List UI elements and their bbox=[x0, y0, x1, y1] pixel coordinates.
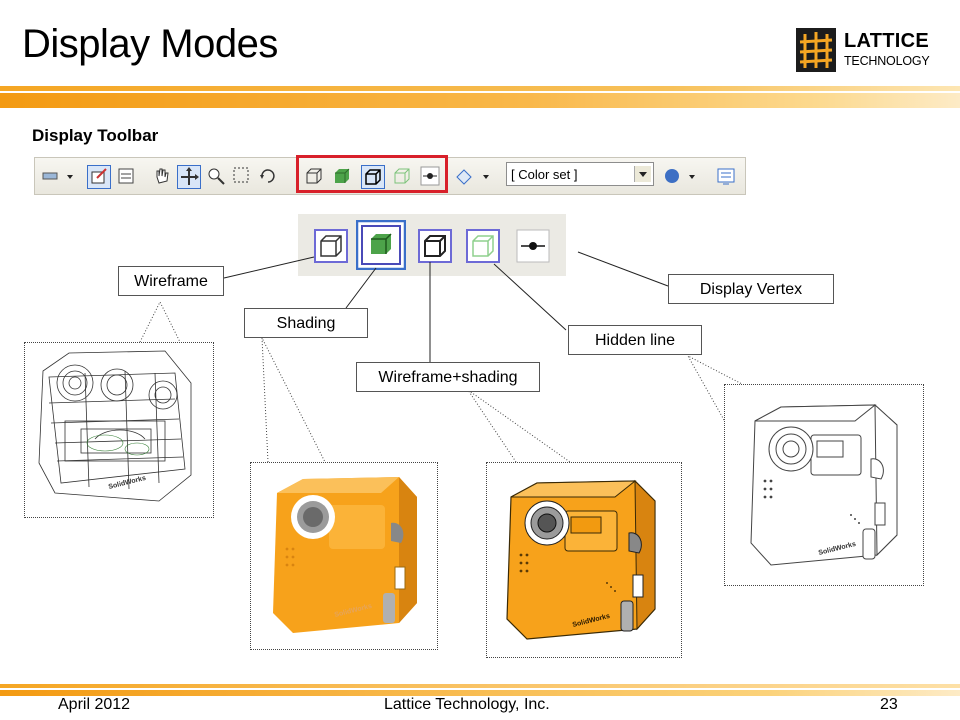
camera-hidden-line-image: SolidWorks bbox=[750, 403, 898, 566]
wireframe-render-panel: SolidWorks bbox=[24, 342, 214, 518]
footer-company: Lattice Technology, Inc. bbox=[384, 696, 550, 713]
callout-hidden-line: Hidden line bbox=[568, 325, 702, 355]
footer-band-thin bbox=[0, 684, 960, 688]
callout-display-vertex: Display Vertex bbox=[668, 274, 834, 304]
callout-shading: Shading bbox=[244, 308, 368, 338]
camera-wireframe-shading-image: SolidWorks bbox=[506, 479, 656, 640]
shading-render-panel: SolidWorks bbox=[250, 462, 438, 650]
footer-page-number: 23 bbox=[880, 696, 898, 713]
footer-date: April 2012 bbox=[58, 696, 131, 713]
hidden-line-render-panel: SolidWorks bbox=[724, 384, 924, 586]
camera-shading-image: SolidWorks bbox=[273, 477, 417, 633]
callout-wireframe: Wireframe bbox=[118, 266, 224, 296]
wireframe-shading-render-panel: SolidWorks bbox=[486, 462, 682, 658]
camera-wireframe-image: SolidWorks bbox=[38, 350, 192, 502]
callout-wireframe-shading: Wireframe+shading bbox=[356, 362, 540, 392]
